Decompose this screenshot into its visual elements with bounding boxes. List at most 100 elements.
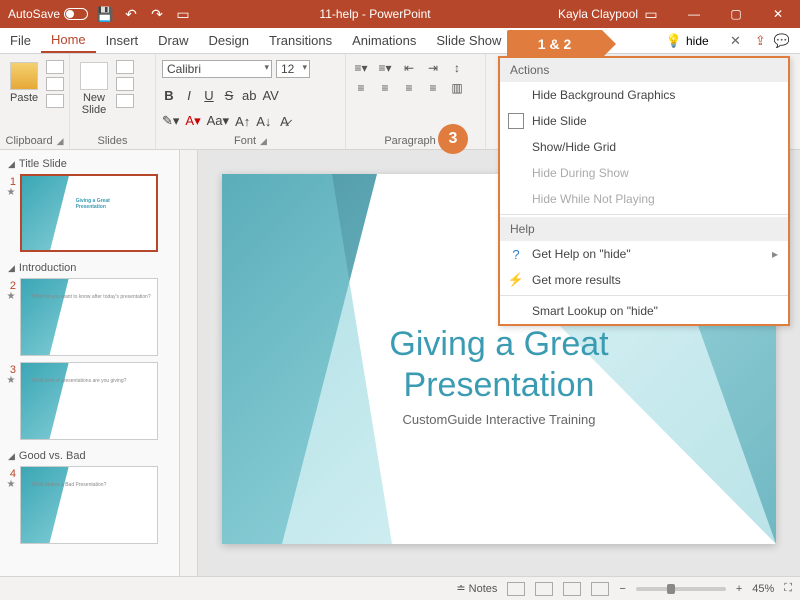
slide-number: 2	[6, 278, 16, 292]
line-spacing-button[interactable]: ↕	[448, 60, 466, 76]
redo-icon[interactable]: ↷	[148, 5, 166, 23]
tab-file[interactable]: File	[0, 28, 41, 53]
slide-subtitle-text[interactable]: CustomGuide Interactive Training	[222, 412, 776, 427]
save-icon[interactable]: 💾	[96, 5, 114, 23]
section-introduction[interactable]: ◢Introduction	[6, 258, 173, 278]
collapse-icon: ◢	[8, 263, 15, 274]
tab-transitions[interactable]: Transitions	[259, 28, 342, 53]
font-name-select[interactable]: Calibri	[162, 60, 272, 78]
shadow-button[interactable]: ab	[242, 88, 256, 103]
reset-icon[interactable]	[116, 77, 134, 91]
change-case-button[interactable]: Aa▾	[207, 113, 229, 129]
section-icon[interactable]	[116, 94, 134, 108]
notes-button[interactable]: ≐ Notes	[456, 582, 497, 595]
thumbnail-slide-4[interactable]: What Makes a Bad Presentation?	[20, 466, 158, 544]
help-header: Help	[500, 217, 788, 241]
normal-view-button[interactable]	[507, 582, 525, 596]
autosave-toggle[interactable]: AutoSave	[8, 7, 88, 21]
start-slideshow-icon[interactable]: ▭	[174, 5, 192, 23]
autosave-label: AutoSave	[8, 7, 60, 21]
tab-animations[interactable]: Animations	[342, 28, 426, 53]
fit-to-window-button[interactable]: ⛶	[784, 582, 792, 595]
clear-search-icon[interactable]: ✕	[730, 33, 741, 49]
action-show-hide-grid[interactable]: Show/Hide Grid	[500, 134, 788, 160]
get-help-item[interactable]: ?Get Help on "hide"▸	[500, 241, 788, 267]
slide-number: 1	[6, 174, 16, 188]
action-hide-slide[interactable]: Hide Slide	[500, 108, 788, 134]
font-dialog-launcher[interactable]: ◢	[260, 136, 267, 147]
underline-button[interactable]: U	[202, 88, 216, 103]
user-name: Kayla Claypool	[558, 7, 638, 21]
font-size-select[interactable]: 12	[276, 60, 310, 78]
shrink-font-button[interactable]: A↓	[256, 114, 271, 129]
reading-view-button[interactable]	[563, 582, 581, 596]
thumbnail-slide-1[interactable]: Giving a Great Presentation	[20, 174, 158, 252]
decrease-indent-button[interactable]: ⇤	[400, 60, 418, 76]
tab-home[interactable]: Home	[41, 28, 96, 53]
italic-button[interactable]: I	[182, 88, 196, 103]
bold-button[interactable]: B	[162, 88, 176, 103]
undo-icon[interactable]: ↶	[122, 5, 140, 23]
restore-button[interactable]: ▢	[718, 0, 754, 28]
help-icon: ?	[508, 246, 524, 262]
thumbnail-slide-3[interactable]: What kind of presentations are you givin…	[20, 362, 158, 440]
get-more-results-item[interactable]: ⚡Get more results	[500, 267, 788, 293]
layout-icon[interactable]	[116, 60, 134, 74]
format-painter-icon[interactable]	[46, 94, 64, 108]
collapse-icon: ◢	[8, 159, 15, 170]
blank-icon	[508, 165, 524, 181]
slide-title-text[interactable]: Giving a Great Presentation	[222, 324, 776, 406]
tab-slideshow[interactable]: Slide Show	[426, 28, 511, 53]
slideshow-view-button[interactable]	[591, 582, 609, 596]
smart-lookup-item[interactable]: Smart Lookup on "hide"	[500, 298, 788, 324]
share-icon[interactable]: ⇪	[755, 33, 766, 49]
bullets-button[interactable]: ≡▾	[352, 60, 370, 76]
section-title-slide[interactable]: ◢Title Slide	[6, 154, 173, 174]
tab-design[interactable]: Design	[199, 28, 259, 53]
lightbulb-icon: 💡	[666, 33, 682, 49]
copy-icon[interactable]	[46, 77, 64, 91]
tell-me-results-panel: Actions Hide Background Graphics Hide Sl…	[498, 56, 790, 326]
autosave-switch[interactable]	[64, 8, 88, 20]
justify-button[interactable]: ≡	[424, 80, 442, 96]
action-hide-background-graphics[interactable]: Hide Background Graphics	[500, 82, 788, 108]
clear-formatting-button[interactable]: A̷	[277, 114, 291, 129]
tell-me-search[interactable]: 💡 ✕	[662, 28, 745, 53]
tab-insert[interactable]: Insert	[96, 28, 149, 53]
paste-button[interactable]: Paste	[6, 60, 42, 106]
section-good-vs-bad[interactable]: ◢Good vs. Bad	[6, 446, 173, 466]
zoom-out-button[interactable]: −	[619, 583, 625, 595]
increase-indent-button[interactable]: ⇥	[424, 60, 442, 76]
highlight-button[interactable]: ✎▾	[162, 113, 179, 129]
slide-sorter-view-button[interactable]	[535, 582, 553, 596]
strikethrough-button[interactable]: S	[222, 88, 236, 103]
tell-me-input[interactable]	[686, 34, 726, 48]
comments-icon[interactable]: 💬	[774, 33, 790, 49]
zoom-percent[interactable]: 45%	[752, 583, 774, 595]
numbering-button[interactable]: ≡▾	[376, 60, 394, 76]
clipboard-dialog-launcher[interactable]: ◢	[57, 136, 64, 147]
character-spacing-button[interactable]: AV	[262, 88, 278, 103]
thumbnail-slide-2[interactable]: What do you want to know after today's p…	[20, 278, 158, 356]
align-right-button[interactable]: ≡	[400, 80, 418, 96]
paragraph-group-label: Paragraph	[384, 135, 435, 147]
new-slide-button[interactable]: New Slide	[76, 60, 112, 118]
grow-font-button[interactable]: A↑	[235, 114, 250, 129]
close-button[interactable]: ✕	[760, 0, 796, 28]
slide-number: 3	[6, 362, 16, 376]
user-avatar-icon[interactable]: ▭	[642, 5, 660, 23]
align-center-button[interactable]: ≡	[376, 80, 394, 96]
ruler-vertical	[180, 150, 198, 576]
cut-icon[interactable]	[46, 60, 64, 74]
minimize-button[interactable]: —	[676, 0, 712, 28]
zoom-in-button[interactable]: +	[736, 583, 742, 595]
tab-draw[interactable]: Draw	[148, 28, 198, 53]
columns-button[interactable]: ▥	[448, 80, 466, 96]
blank-icon	[508, 191, 524, 207]
blank-icon	[508, 87, 524, 103]
slide-thumbnails-pane[interactable]: ◢Title Slide 1 ★ Giving a Great Presenta…	[0, 150, 180, 576]
ribbon-tabs: File Home Insert Draw Design Transitions…	[0, 28, 800, 54]
align-left-button[interactable]: ≡	[352, 80, 370, 96]
font-color-button[interactable]: A▾	[185, 113, 200, 129]
zoom-slider[interactable]	[636, 587, 726, 591]
